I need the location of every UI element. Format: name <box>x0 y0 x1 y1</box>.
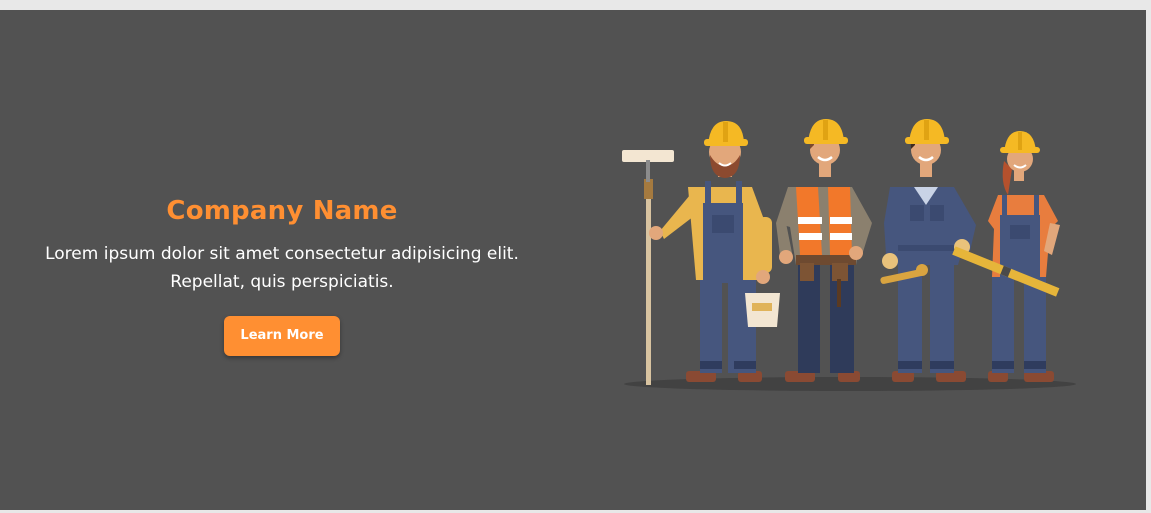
hero-text-block: Company Name Lorem ipsum dolor sit amet … <box>22 196 542 356</box>
hero-description-line-1: Lorem ipsum dolor sit amet consectetur a… <box>45 244 519 264</box>
company-name-heading: Company Name <box>166 196 398 226</box>
level-worker-icon <box>952 131 1060 382</box>
hero-description: Lorem ipsum dolor sit amet consectetur a… <box>22 240 542 296</box>
construction-workers-illustration <box>622 119 1076 391</box>
painter-worker-icon <box>622 121 780 385</box>
learn-more-button[interactable]: Learn More <box>224 316 340 356</box>
safety-vest-worker-icon <box>776 119 872 382</box>
hero-section: Company Name Lorem ipsum dolor sit amet … <box>0 10 1146 510</box>
hero-description-line-2: Repellat, quis perspiciatis. <box>170 272 394 292</box>
